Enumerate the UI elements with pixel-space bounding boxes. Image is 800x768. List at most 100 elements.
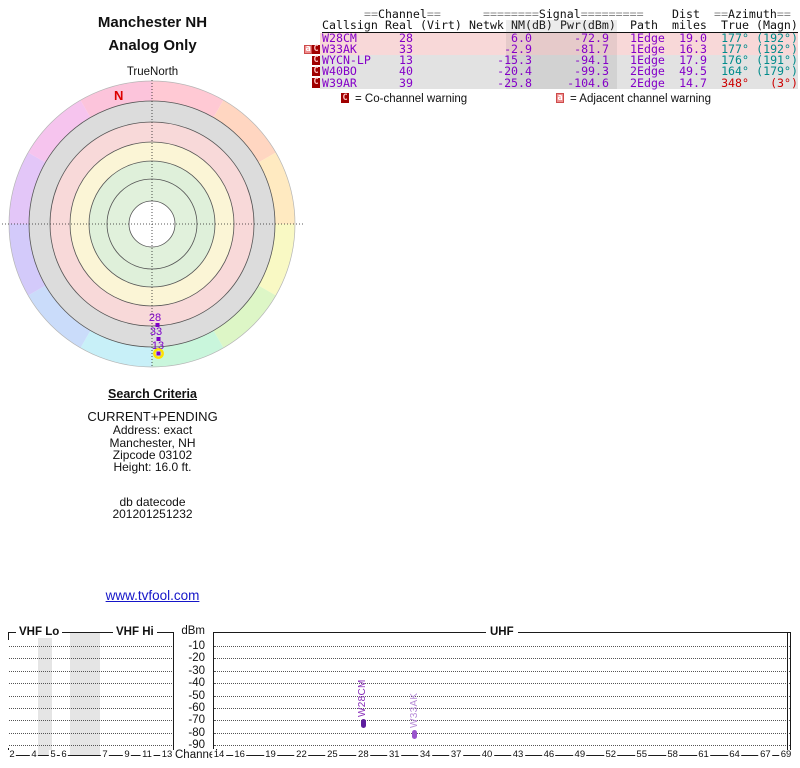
uhf-channel-tick: 14: [212, 749, 226, 760]
cell-magn: (3°): [770, 75, 798, 90]
uhf-channel-tick: 25: [325, 749, 340, 760]
co-channel-warning-icon: C: [312, 43, 320, 54]
co-channel-badge-icon: C: [341, 93, 349, 103]
uhf-channel-tick: 19: [263, 749, 278, 760]
radar-plot: N283313: [2, 80, 303, 368]
dbm-tick-label: -60: [188, 701, 205, 714]
uhf-panel-left-border: [213, 632, 215, 755]
cell-miles: 14.7: [679, 75, 707, 90]
uhf-channel-tick: 46: [542, 749, 556, 760]
dbm-tick-label: -20: [188, 652, 205, 665]
north-label: N: [114, 88, 123, 103]
tvfool-report-page: Manchester NH Analog Only TrueNorth N 28 3…: [0, 0, 800, 768]
co-channel-legend-text: = Co-channel warning: [355, 92, 468, 105]
col-header-true: True: [721, 18, 749, 33]
uhf-channel-tick: 58: [665, 749, 680, 760]
vhf-channel-tick: 6: [59, 749, 69, 760]
col-header-callsign: Callsign: [322, 18, 378, 33]
uhf-channel-tick: 22: [294, 749, 309, 760]
co-channel-warning-icon: C: [312, 65, 320, 77]
grid-line: [9, 683, 172, 685]
search-criteria-heading: Search Criteria: [108, 387, 197, 401]
vhf-lo-band-label: VHF Lo: [16, 626, 63, 638]
col-header-miles: miles: [672, 18, 707, 33]
vhf-hi-band-label: VHF Hi: [113, 626, 157, 638]
grid-line: [9, 745, 172, 746]
polar-channel-label: 33: [150, 326, 162, 338]
uhf-channel-tick: 55: [634, 749, 649, 760]
dbm-tick-label: -30: [188, 664, 205, 677]
adjacent-channel-legend-text: = Adjacent channel warning: [570, 92, 711, 105]
uhf-channel-tick: 43: [511, 749, 525, 760]
cell-real: 39: [399, 75, 413, 90]
uhf-channel-tick: 16: [232, 749, 247, 760]
grid-line: [214, 695, 790, 697]
uhf-channel-tick: 31: [387, 749, 402, 760]
col-header-virt: (Virt): [420, 18, 462, 33]
col-header-real: Real: [385, 18, 413, 33]
uhf-channel-tick: 61: [696, 749, 711, 760]
dbm-tick-label: -10: [188, 640, 205, 652]
non-tv-band: [38, 632, 52, 755]
cell-pwr: -104.6: [567, 75, 609, 90]
grid-line: [214, 670, 790, 672]
vhf-channel-tick: 2: [7, 749, 17, 760]
grid-line: [214, 720, 790, 722]
uhf-panel-right-border: [790, 632, 792, 755]
search-criteria-line: Address: exact: [112, 423, 193, 437]
grid-line: [9, 707, 172, 709]
page-title-line1: Manchester NH: [97, 14, 208, 31]
vhf-channel-tick: 7: [100, 749, 110, 760]
signal-spectrum-chart: VHF Lo VHF Hi UHF dBm Channel -10 -20 -30-…: [0, 620, 800, 768]
uhf-channel-tick: 40: [480, 749, 494, 760]
uhf-channel-tick: 49: [573, 749, 587, 760]
polar-channel-marker: [156, 351, 161, 356]
col-header-path: Path: [630, 18, 658, 33]
polar-channel-label: 28: [149, 312, 161, 324]
db-datecode-value: 201201251232: [112, 507, 193, 521]
vhf-bracket-tick: [8, 632, 10, 640]
tvfool-link[interactable]: www.tvfool.com: [106, 588, 200, 603]
co-channel-warning-icon: C: [312, 54, 320, 66]
station-callsign-vertical-label: W33AK: [408, 692, 420, 729]
uhf-channel-tick: 69: [779, 749, 793, 760]
fm-band: [70, 632, 100, 755]
uhf-channel-tick: 64: [727, 749, 742, 760]
grid-line: [9, 658, 172, 660]
uhf-band-label: UHF: [486, 626, 518, 638]
grid-line: [214, 646, 790, 647]
grid-line: [214, 732, 790, 734]
vhf-channel-tick: 11: [140, 749, 154, 760]
dbm-tick-label: -90: [188, 739, 205, 751]
grid-line: [9, 720, 172, 722]
cell-nm: -25.8: [497, 75, 532, 90]
grid-line: [214, 683, 790, 685]
vhf-channel-tick: 13: [160, 749, 174, 760]
grid-line: [214, 707, 790, 709]
tvfool-link-wrap: www.tvfool.com: [0, 588, 305, 603]
adjacent-channel-badge-icon: a: [556, 93, 564, 103]
vhf-channel-tick: 9: [122, 749, 132, 760]
uhf-channel-tick: 52: [603, 749, 618, 760]
uhf-channel-tick: 34: [418, 749, 432, 760]
dbm-axis-label: dBm: [181, 625, 205, 637]
grid-line: [9, 695, 172, 697]
search-criteria-line: Height: 16.0 ft.: [113, 460, 192, 474]
uhf-bracket-tick: [786, 632, 788, 755]
col-header-netwk: Netwk: [469, 18, 504, 33]
station-signal-bar: [412, 730, 418, 740]
uhf-channel-tick: 37: [449, 749, 463, 760]
dbm-tick-label: -70: [188, 714, 205, 727]
col-header-magn: (Magn): [756, 18, 798, 33]
dbm-tick-label: -40: [188, 677, 205, 690]
grid-line: [9, 646, 172, 647]
co-channel-warning-icon: C: [312, 77, 320, 88]
uhf-channel-tick: 28: [356, 749, 371, 760]
adjacent-channel-warning-icon: a: [304, 43, 312, 54]
station-callsign-vertical-label: W28CM: [357, 679, 369, 718]
grid-line: [214, 745, 790, 746]
cell-true: 348°: [721, 75, 749, 90]
grid-line: [9, 670, 172, 672]
uhf-channel-tick: 67: [758, 749, 773, 760]
grid-line: [214, 658, 790, 660]
